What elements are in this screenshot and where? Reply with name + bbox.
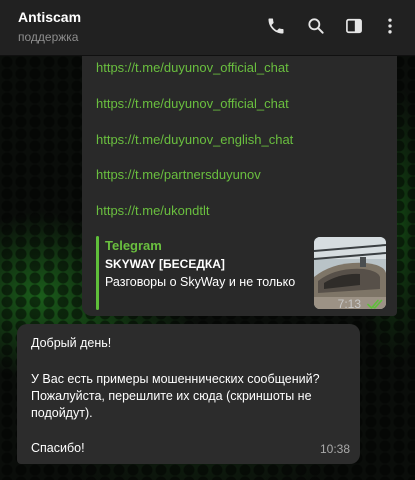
chat-title[interactable]: Antiscam — [18, 9, 81, 25]
preview-site-name: Telegram — [105, 238, 162, 253]
phone-icon — [268, 18, 284, 34]
message-text-line: Пожалуйста, перешлите их сюда (скриншоты… — [31, 389, 312, 403]
message-text-line: Добрый день! — [31, 336, 112, 350]
message-time: 10:38 — [319, 442, 350, 456]
message-text-line: У Вас есть примеры мошеннических сообщен… — [31, 372, 320, 386]
preview-accent-bar — [96, 236, 99, 310]
message-time: 7:13 — [337, 297, 361, 311]
search-button[interactable] — [302, 12, 330, 40]
preview-description: Разговоры о SkyWay и не только — [105, 275, 296, 289]
message-link[interactable]: https://t.me/ukondtlt — [96, 203, 209, 218]
chat-header: Antiscam поддержка — [0, 0, 415, 56]
read-check-icon — [367, 298, 385, 310]
call-button[interactable] — [262, 12, 290, 40]
search-icon — [308, 18, 324, 34]
message-text-line: подойдут). — [31, 406, 93, 420]
more-button[interactable] — [376, 12, 404, 40]
message-link[interactable]: https://t.me/duyunov_official_chat — [96, 96, 289, 111]
message-meta: 7:13 — [338, 297, 385, 311]
chat-background: https://t.me/duyunov_official_chat https… — [0, 56, 415, 480]
message-link[interactable]: https://t.me/duyunov_official_chat — [96, 60, 289, 75]
more-icon — [388, 18, 392, 34]
side-panel-icon — [346, 18, 362, 34]
preview-title: SKYWAY [БЕСЕДКА] — [105, 257, 225, 271]
message-link[interactable]: https://t.me/duyunov_english_chat — [96, 132, 293, 147]
message-text-line: Спасибо! — [31, 441, 85, 455]
message-link[interactable]: https://t.me/partnersduyunov — [96, 167, 261, 182]
side-panel-button[interactable] — [340, 12, 368, 40]
outgoing-message[interactable]: https://t.me/duyunov_official_chat https… — [82, 56, 397, 316]
incoming-message[interactable]: Добрый день! У Вас есть примеры мошеннич… — [17, 324, 360, 464]
chat-subtitle: поддержка — [18, 30, 79, 44]
